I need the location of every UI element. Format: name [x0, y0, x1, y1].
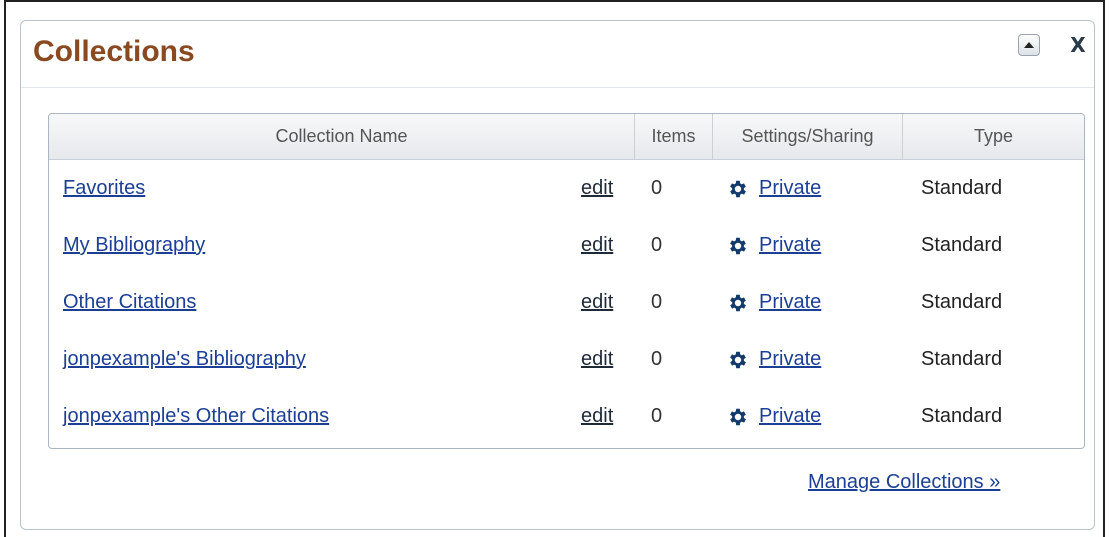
collections-panel: Collections X Collection Name Items Sett… — [20, 20, 1095, 530]
sharing-link[interactable]: Private — [759, 348, 821, 371]
edit-link[interactable]: edit — [581, 348, 613, 371]
manage-collections-link[interactable]: Manage Collections » — [808, 471, 1000, 494]
items-count: 0 — [651, 234, 663, 256]
collection-type: Standard — [921, 348, 1003, 370]
collection-type: Standard — [921, 234, 1003, 256]
edit-link[interactable]: edit — [581, 234, 613, 257]
collection-type: Standard — [921, 291, 1003, 313]
items-count: 0 — [651, 177, 663, 199]
gear-icon[interactable] — [727, 178, 749, 200]
gear-icon[interactable] — [727, 235, 749, 257]
sharing-link[interactable]: Private — [759, 291, 821, 314]
triangle-up-icon — [1024, 42, 1034, 48]
column-header-items[interactable]: Items — [635, 114, 713, 159]
panel-title: Collections — [33, 35, 195, 68]
column-header-name[interactable]: Collection Name — [49, 114, 635, 159]
sharing-link[interactable]: Private — [759, 177, 821, 200]
gear-icon[interactable] — [727, 406, 749, 428]
collapse-button[interactable] — [1018, 34, 1040, 56]
edit-link[interactable]: edit — [581, 291, 613, 314]
edit-link[interactable]: edit — [581, 177, 613, 200]
gear-icon[interactable] — [727, 292, 749, 314]
collections-table: Collection Name Items Settings/Sharing T… — [48, 113, 1085, 449]
table-row: My Bibliography edit 0 Private Standard — [49, 217, 1084, 274]
table-row: Other Citations edit 0 Private Standard — [49, 274, 1084, 331]
table-row: jonpexample's Other Citations edit 0 Pri… — [49, 388, 1084, 445]
table-header: Collection Name Items Settings/Sharing T… — [49, 114, 1084, 160]
collection-name-link[interactable]: jonpexample's Other Citations — [63, 405, 329, 428]
items-count: 0 — [651, 405, 663, 427]
sharing-link[interactable]: Private — [759, 234, 821, 257]
collection-name-link[interactable]: Other Citations — [63, 291, 196, 314]
items-count: 0 — [651, 348, 663, 370]
close-button[interactable]: X — [1067, 33, 1089, 57]
column-header-settings[interactable]: Settings/Sharing — [713, 114, 903, 159]
table-row: Favorites edit 0 Private Standard — [49, 160, 1084, 217]
table-body: Favorites edit 0 Private Standard My Bib… — [49, 160, 1084, 445]
column-header-type[interactable]: Type — [903, 114, 1084, 159]
collection-name-link[interactable]: jonpexample's Bibliography — [63, 348, 306, 371]
collection-name-link[interactable]: My Bibliography — [63, 234, 205, 257]
table-row: jonpexample's Bibliography edit 0 Privat… — [49, 331, 1084, 388]
edit-link[interactable]: edit — [581, 405, 613, 428]
collection-type: Standard — [921, 177, 1003, 199]
items-count: 0 — [651, 291, 663, 313]
collection-name-link[interactable]: Favorites — [63, 177, 145, 200]
gear-icon[interactable] — [727, 349, 749, 371]
panel-header: Collections X — [21, 21, 1094, 88]
sharing-link[interactable]: Private — [759, 405, 821, 428]
collection-type: Standard — [921, 405, 1003, 427]
